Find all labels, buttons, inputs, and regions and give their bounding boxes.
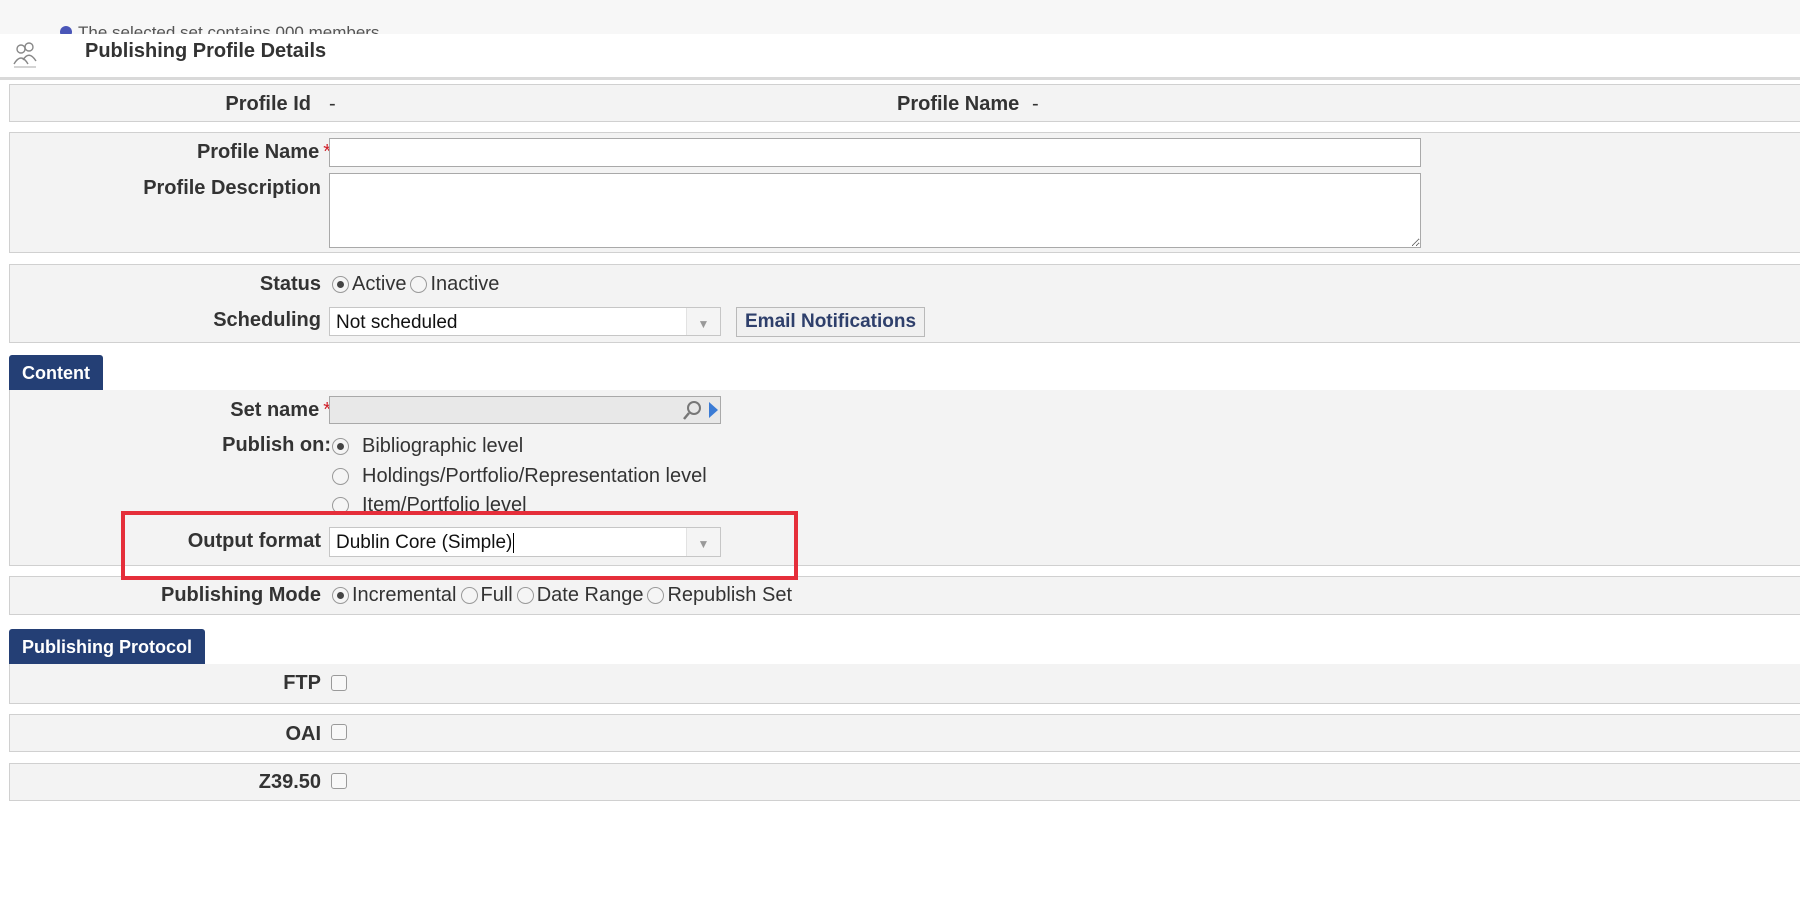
publish-on-bibliographic-label: Bibliographic level — [362, 435, 524, 457]
publish-on-item[interactable]: Item/Portfolio level — [332, 494, 527, 512]
publish-on-item-label: Item/Portfolio level — [362, 494, 527, 512]
z3950-label: Z39.50 — [258, 771, 321, 793]
mode-incremental-label: Incremental — [352, 584, 457, 606]
status-inactive-label: Inactive — [430, 273, 500, 295]
z3950-checkbox[interactable] — [331, 773, 347, 789]
page-header: Publishing Profile Details — [0, 34, 1800, 80]
publish-on-holdings[interactable]: Holdings/Portfolio/Representation level — [332, 465, 707, 488]
radio-bibliographic[interactable] — [332, 438, 349, 455]
info-icon — [60, 26, 72, 34]
oai-checkbox[interactable] — [331, 724, 347, 740]
publish-on-item-clip: Item/Portfolio level — [332, 494, 632, 512]
radio-holdings[interactable] — [332, 468, 349, 485]
scheduling-value: Not scheduled — [336, 312, 458, 333]
ftp-checkbox[interactable] — [331, 675, 347, 691]
notice-text: The selected set contains 000 members — [78, 23, 380, 34]
radio-republish[interactable] — [647, 587, 665, 604]
mode-full-option[interactable]: Full — [460, 584, 513, 607]
publishing-mode-panel: Publishing Mode Incremental Full Date Rang… — [9, 576, 1800, 615]
z3950-panel: Z39.50 — [9, 763, 1800, 801]
profile-summary-panel: Profile Id - Profile Name - — [9, 84, 1800, 122]
radio-full[interactable] — [460, 587, 478, 604]
profile-name-label: Profile Name * — [196, 141, 331, 163]
profile-name-summary-label: Profile Name — [897, 93, 1020, 115]
mode-full-label: Full — [480, 584, 513, 606]
output-format-highlight — [121, 511, 798, 580]
publishing-mode-radio-group: Incremental Full Date Range Republish Set — [332, 584, 796, 610]
mode-republish-option[interactable]: Republish Set — [647, 584, 792, 607]
chevron-down-icon[interactable]: ▼ — [686, 308, 720, 335]
publishing-mode-label: Publishing Mode — [161, 584, 321, 606]
oai-label: OAI — [285, 723, 321, 745]
selected-set-notice: The selected set contains 000 members — [0, 0, 1800, 34]
oai-panel: OAI — [9, 714, 1800, 752]
users-icon — [12, 40, 38, 70]
profile-description-label: Profile Description — [143, 177, 321, 199]
mode-incremental-option[interactable]: Incremental — [332, 584, 457, 607]
status-active-label: Active — [352, 273, 407, 295]
mode-date-range-option[interactable]: Date Range — [516, 584, 644, 607]
email-notifications-button[interactable]: Email Notifications — [736, 307, 926, 337]
mode-republish-label: Republish Set — [667, 584, 793, 606]
radio-date-range[interactable] — [516, 587, 534, 604]
set-name-input[interactable] — [329, 396, 721, 424]
scheduling-select[interactable]: Not scheduled ▼ — [329, 307, 721, 336]
search-icon[interactable] — [678, 397, 722, 424]
publish-on-bibliographic[interactable]: Bibliographic level — [332, 435, 523, 458]
profile-id-label: Profile Id — [225, 93, 311, 115]
status-panel: Status Active Inactive Scheduling Not sch… — [9, 264, 1800, 343]
publish-on-label: Publish on: — [222, 434, 331, 456]
status-radio-group: Active Inactive — [332, 273, 503, 299]
scheduling-label: Scheduling — [213, 309, 321, 331]
tab-publishing-protocol: Publishing Protocol — [9, 629, 205, 666]
profile-name-summary-value: - — [1032, 93, 1039, 115]
radio-active[interactable] — [332, 276, 349, 293]
page-title: Publishing Profile Details — [85, 40, 327, 62]
status-inactive-option[interactable]: Inactive — [410, 273, 499, 296]
profile-details-panel: Profile Name * Profile Description — [9, 132, 1800, 253]
status-active-option[interactable]: Active — [332, 273, 406, 296]
radio-item[interactable] — [332, 497, 349, 512]
tab-content: Content — [9, 355, 103, 392]
profile-name-input[interactable] — [329, 138, 1421, 167]
set-name-label: Set name * — [230, 399, 331, 421]
mode-date-range-label: Date Range — [536, 584, 644, 606]
ftp-label: FTP — [283, 672, 321, 694]
radio-incremental[interactable] — [332, 587, 349, 604]
profile-id-value: - — [329, 93, 336, 115]
publish-on-holdings-label: Holdings/Portfolio/Representation level — [362, 465, 707, 487]
status-label: Status — [259, 273, 321, 295]
radio-inactive[interactable] — [410, 276, 428, 293]
ftp-panel: FTP — [9, 664, 1800, 704]
profile-description-textarea[interactable] — [329, 173, 1421, 248]
